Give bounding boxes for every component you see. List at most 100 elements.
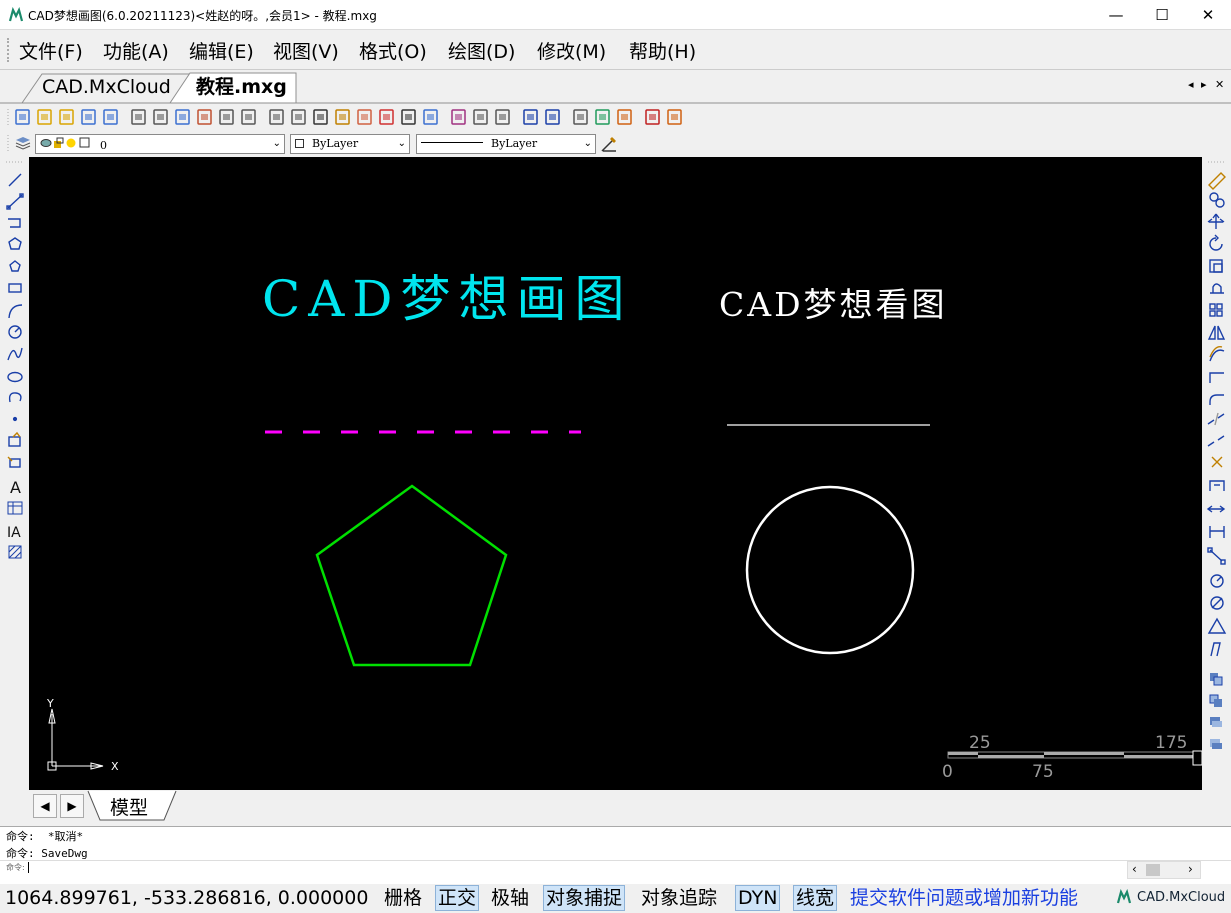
erase-icon [1208, 172, 1226, 190]
sheet-next-button[interactable]: ▶ [60, 794, 84, 818]
window-title: CAD梦想画图(6.0.20211123)<姓赵的呀。,会员1> - 教程.mx… [28, 9, 377, 23]
measure-icon-glyph [273, 114, 280, 120]
command-window [0, 826, 1231, 886]
hatch-icon [8, 545, 22, 559]
plugin-icon-glyph [599, 114, 606, 120]
close-button[interactable]: ✕ [1185, 0, 1231, 30]
circle-icon [8, 325, 22, 339]
image-icon-glyph [427, 114, 434, 120]
lineweight-toggle[interactable]: 线宽 [793, 885, 838, 911]
dim-style-icon-glyph [499, 114, 506, 120]
chamfer-icon [1209, 480, 1225, 491]
match-properties-icon[interactable] [600, 135, 618, 153]
move-view-icon-glyph [317, 114, 324, 120]
ucs-y-label: Y [46, 697, 54, 710]
circle [745, 485, 915, 655]
polar-toggle[interactable]: 极轴 [491, 885, 529, 911]
scale-label-0: 0 [942, 762, 953, 782]
tab-scroll-left-icon[interactable]: ◂ [1188, 78, 1194, 91]
otrack-toggle[interactable]: 对象追踪 [641, 885, 717, 911]
rectangle-icon [8, 283, 22, 293]
menu-draw[interactable]: 绘图(D) [448, 37, 515, 64]
draw-tools: A IA [6, 161, 24, 559]
brand-label: CAD.MxCloud [1137, 890, 1226, 905]
move-icon [1207, 213, 1225, 229]
layer-manager-icon-glyph [455, 114, 462, 120]
rotate-icon [1209, 234, 1223, 251]
dim-ordinate-icon [1210, 642, 1221, 657]
spline-icon [7, 347, 23, 361]
maximize-button[interactable]: ☐ [1139, 0, 1185, 30]
redo-icon-glyph [549, 114, 556, 120]
draw-order-icons [1209, 673, 1223, 749]
tab-tutorial[interactable]: 教程.mxg [184, 72, 296, 103]
app-logo-icon [8, 7, 24, 22]
color-select[interactable]: ByLayer ⌄ [290, 134, 410, 154]
point-icon [12, 416, 18, 422]
feedback-link[interactable]: 提交软件问题或增加新功能 [850, 885, 1078, 911]
menu-help[interactable]: 帮助(H) [629, 37, 696, 64]
sheet-prev-button[interactable]: ◀ [33, 794, 57, 818]
command-input[interactable] [28, 862, 29, 873]
copy-icon [1209, 192, 1225, 208]
pentagon-icon [9, 260, 21, 272]
fillet-icon [1209, 394, 1224, 405]
chevron-down-icon: ⌄ [272, 138, 281, 149]
offset-icon [1209, 346, 1225, 362]
find-icon-glyph [295, 114, 302, 120]
cad-text-cyan: CAD梦想画图 [262, 270, 632, 328]
menu-file[interactable]: 文件(F) [19, 37, 83, 64]
pen-icon-glyph [339, 114, 346, 120]
text-style-icon-glyph [477, 114, 484, 120]
chevron-down-icon: ⌄ [583, 138, 592, 149]
minimize-button[interactable]: — [1093, 0, 1139, 30]
ortho-toggle[interactable]: 正交 [435, 885, 480, 911]
menu-function[interactable]: 功能(A) [103, 37, 169, 64]
chevron-down-icon: ⌄ [397, 138, 406, 149]
color-swatch [295, 139, 304, 148]
zoom-previous-icon-glyph [223, 114, 230, 120]
menu-edit[interactable]: 编辑(E) [189, 37, 254, 64]
scale-label-175: 175 [1155, 733, 1187, 753]
tab-mxcloud[interactable]: CAD.MxCloud [30, 72, 182, 103]
coordinates-readout: 1064.899761, -533.286816, 0.000000 [5, 887, 369, 909]
pan-icon-glyph [201, 114, 208, 120]
dyn-toggle[interactable]: DYN [735, 885, 781, 911]
break-icon [1207, 412, 1225, 426]
array-icon [1209, 303, 1223, 317]
command-history-line: 命令: *取消* [6, 830, 84, 843]
zoom-all-icon-glyph [245, 114, 252, 120]
linetype-select[interactable]: ByLayer ⌄ [416, 134, 596, 154]
scale-label-75: 75 [1032, 762, 1054, 782]
make-block-icon [7, 456, 21, 468]
polygon-icon [8, 237, 22, 250]
menu-modify[interactable]: 修改(M) [537, 37, 606, 64]
dim-angular-icon [1207, 617, 1227, 634]
undo-icon-glyph [527, 114, 534, 120]
pdf-icon-glyph [649, 114, 656, 120]
sheet-tab-bar [0, 790, 1202, 822]
scroll-left-icon[interactable]: ‹ [1132, 862, 1137, 876]
menu-format[interactable]: 格式(O) [359, 37, 427, 64]
dim-diameter-icon [1210, 596, 1224, 610]
grid-toggle[interactable]: 栅格 [384, 885, 422, 911]
tab-scroll-right-icon[interactable]: ▸ [1201, 78, 1207, 91]
table-icon [7, 501, 23, 515]
osnap-toggle[interactable]: 对象捕捉 [543, 885, 626, 911]
open-file-icon-glyph [41, 114, 48, 120]
command-scrollbar[interactable]: ‹ › [1127, 861, 1201, 879]
ellipse-icon [7, 371, 23, 383]
tab-model[interactable]: 模型 [110, 793, 148, 820]
scale-icon [1209, 259, 1223, 273]
menu-view[interactable]: 视图(V) [273, 37, 339, 64]
save-icon-glyph [85, 114, 92, 120]
layers-icon [15, 137, 31, 150]
export-icon-glyph [671, 114, 678, 120]
scroll-thumb[interactable] [1146, 864, 1160, 876]
scroll-right-icon[interactable]: › [1188, 862, 1193, 876]
match-icon-glyph [405, 114, 412, 120]
layer-select[interactable]: 0 ⌄ [35, 134, 285, 154]
tab-close-icon[interactable]: ✕ [1215, 78, 1224, 91]
trim-icon [1209, 372, 1224, 383]
line-icon [8, 173, 22, 187]
